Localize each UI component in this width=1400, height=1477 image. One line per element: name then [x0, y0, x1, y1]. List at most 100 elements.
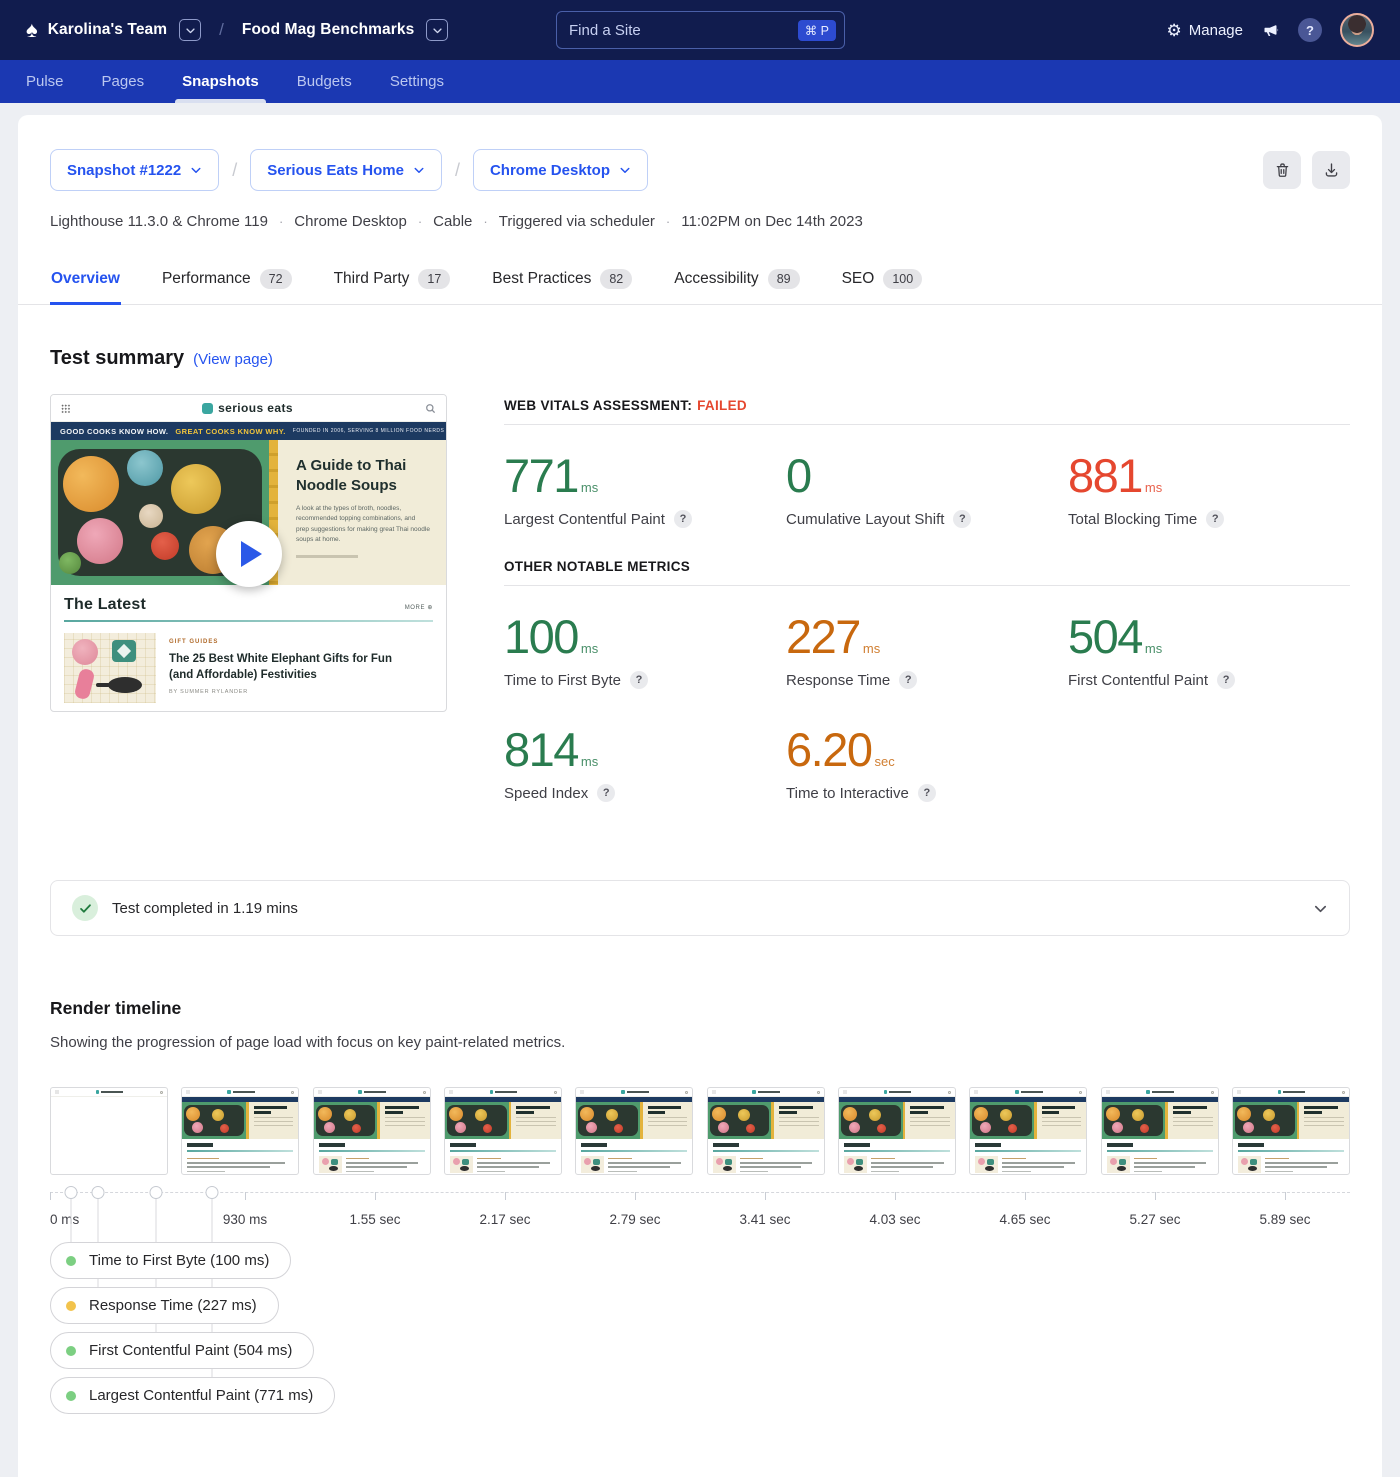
- hero-title: A Guide to Thai Noodle Soups: [296, 456, 430, 495]
- web-vitals-heading: WEB VITALS ASSESSMENT:FAILED: [504, 398, 1350, 413]
- metric-value: 771ms: [504, 452, 786, 499]
- metric-label: Time to First Byte?: [504, 671, 786, 689]
- help-icon[interactable]: ?: [1206, 510, 1224, 528]
- nav-item-settings[interactable]: Settings: [390, 60, 444, 103]
- tab-accessibility[interactable]: Accessibility89: [673, 256, 800, 304]
- expand-details-button[interactable]: [1313, 901, 1328, 916]
- user-avatar[interactable]: [1340, 13, 1374, 47]
- metric: 0 Cumulative Layout Shift?: [786, 452, 1068, 528]
- divider: [504, 424, 1350, 425]
- filmstrip-frame[interactable]: [969, 1087, 1087, 1175]
- filmstrip: [50, 1087, 1350, 1175]
- nav-item-pulse[interactable]: Pulse: [26, 60, 64, 103]
- render-timeline-title: Render timeline: [50, 998, 1350, 1019]
- test-completed-bar[interactable]: Test completed in 1.19 mins: [50, 880, 1350, 936]
- metrics-panel: WEB VITALS ASSESSMENT:FAILED 771msLarges…: [504, 394, 1350, 802]
- topbar-left: ♠ Karolina's Team / Food Mag Benchmarks: [26, 19, 448, 41]
- marker-dot: [66, 1256, 76, 1266]
- metric-label: First Contentful Paint?: [1068, 671, 1350, 689]
- chevron-down-icon: [619, 164, 631, 176]
- chevron-down-icon: [1313, 901, 1328, 916]
- metric-value: 100ms: [504, 613, 786, 660]
- filmstrip-frame[interactable]: [838, 1087, 956, 1175]
- tab-best-practices[interactable]: Best Practices82: [491, 256, 633, 304]
- tab-performance[interactable]: Performance72: [161, 256, 293, 304]
- tab-score-badge: 82: [600, 269, 632, 289]
- help-icon[interactable]: ?: [597, 784, 615, 802]
- metric-unit: ms: [1145, 480, 1162, 495]
- metric-marker-pills: Time to First Byte (100 ms)Response Time…: [50, 1242, 335, 1414]
- nav-item-pages[interactable]: Pages: [102, 60, 145, 103]
- app-logo-icon: ♠: [26, 19, 38, 41]
- metric-unit: ms: [581, 480, 598, 495]
- tab-overview[interactable]: Overview: [50, 256, 121, 304]
- filmstrip-frame[interactable]: [575, 1087, 693, 1175]
- tab-score-badge: 89: [768, 269, 800, 289]
- axis-tick-label: 4.65 sec: [999, 1212, 1050, 1227]
- tab-third-party[interactable]: Third Party17: [333, 256, 452, 304]
- announcements-button[interactable]: [1261, 21, 1280, 39]
- axis-tick-label: 4.03 sec: [869, 1212, 920, 1227]
- delete-snapshot-button[interactable]: [1263, 151, 1301, 189]
- help-icon[interactable]: ?: [630, 671, 648, 689]
- filmstrip-frame[interactable]: [313, 1087, 431, 1175]
- topbar: ♠ Karolina's Team / Food Mag Benchmarks …: [0, 0, 1400, 60]
- marker-dot: [66, 1391, 76, 1401]
- help-icon[interactable]: ?: [899, 671, 917, 689]
- tab-score-badge: 72: [260, 269, 292, 289]
- page-video-thumbnail[interactable]: serious eats GOOD COOKS KNOW HOW. GREAT …: [50, 394, 447, 712]
- check-icon: [79, 902, 92, 915]
- banner-text: FOUNDED IN 2006, SERVING 8 MILLION FOOD …: [293, 428, 446, 434]
- help-icon[interactable]: ?: [953, 510, 971, 528]
- meta-item: 11:02PM on Dec 14th 2023: [681, 213, 863, 230]
- play-button[interactable]: [216, 521, 282, 587]
- search-input[interactable]: [569, 22, 790, 39]
- manage-button[interactable]: ⚙ Manage: [1167, 22, 1243, 39]
- snapshot-meta: Lighthouse 11.3.0 & Chrome 119·Chrome De…: [50, 213, 1350, 230]
- report-tabs: Overview Performance72 Third Party17 Best P…: [18, 256, 1382, 305]
- metric-marker-pill: Response Time (227 ms): [50, 1287, 279, 1324]
- metric-label: Response Time?: [786, 671, 1068, 689]
- download-snapshot-button[interactable]: [1312, 151, 1350, 189]
- snapshot-selector[interactable]: Snapshot #1222: [50, 149, 219, 191]
- check-circle: [72, 895, 98, 921]
- axis-tick: [1155, 1192, 1156, 1200]
- site-logo: serious eats: [202, 401, 293, 415]
- help-icon[interactable]: ?: [918, 784, 936, 802]
- filmstrip-frame[interactable]: [50, 1087, 168, 1175]
- summary-row: serious eats GOOD COOKS KNOW HOW. GREAT …: [50, 394, 1350, 802]
- metric-label: Cumulative Layout Shift?: [786, 510, 1068, 528]
- latest-underline: [64, 620, 433, 622]
- test-summary-header: Test summary (View page): [50, 347, 1350, 370]
- site-logo-text: serious eats: [218, 401, 293, 415]
- nav-item-snapshots[interactable]: Snapshots: [182, 60, 259, 103]
- help-icon[interactable]: ?: [674, 510, 692, 528]
- axis-tick-label: 2.17 sec: [479, 1212, 530, 1227]
- primary-nav: Pulse Pages Snapshots Budgets Settings: [0, 60, 1400, 103]
- team-name[interactable]: Karolina's Team: [48, 21, 167, 39]
- filmstrip-frame[interactable]: [707, 1087, 825, 1175]
- axis-tick-label: 3.41 sec: [739, 1212, 790, 1227]
- metric-value: 227ms: [786, 613, 1068, 660]
- team-dropdown[interactable]: [179, 19, 201, 41]
- filmstrip-frame[interactable]: [181, 1087, 299, 1175]
- filmstrip-frame[interactable]: [1101, 1087, 1219, 1175]
- project-dropdown[interactable]: [426, 19, 448, 41]
- nav-item-budgets[interactable]: Budgets: [297, 60, 352, 103]
- axis-tick: [245, 1192, 246, 1200]
- site-search[interactable]: ⌘ P: [556, 11, 845, 49]
- metric-value: 504ms: [1068, 613, 1350, 660]
- filmstrip-frame[interactable]: [444, 1087, 562, 1175]
- thumb-article: GIFT GUIDES The 25 Best White Elephant G…: [64, 633, 433, 703]
- project-name[interactable]: Food Mag Benchmarks: [242, 21, 414, 39]
- timeline-axis: Time to First Byte (100 ms)Response Time…: [50, 1192, 1350, 1437]
- timeline-marker: [205, 1186, 218, 1199]
- view-page-link[interactable]: (View page): [193, 351, 273, 368]
- metric-value: 0: [786, 452, 1068, 499]
- help-button[interactable]: ?: [1298, 18, 1322, 42]
- profile-selector[interactable]: Chrome Desktop: [473, 149, 648, 191]
- help-icon[interactable]: ?: [1217, 671, 1235, 689]
- tab-seo[interactable]: SEO100: [841, 256, 924, 304]
- page-selector[interactable]: Serious Eats Home: [250, 149, 442, 191]
- filmstrip-frame[interactable]: [1232, 1087, 1350, 1175]
